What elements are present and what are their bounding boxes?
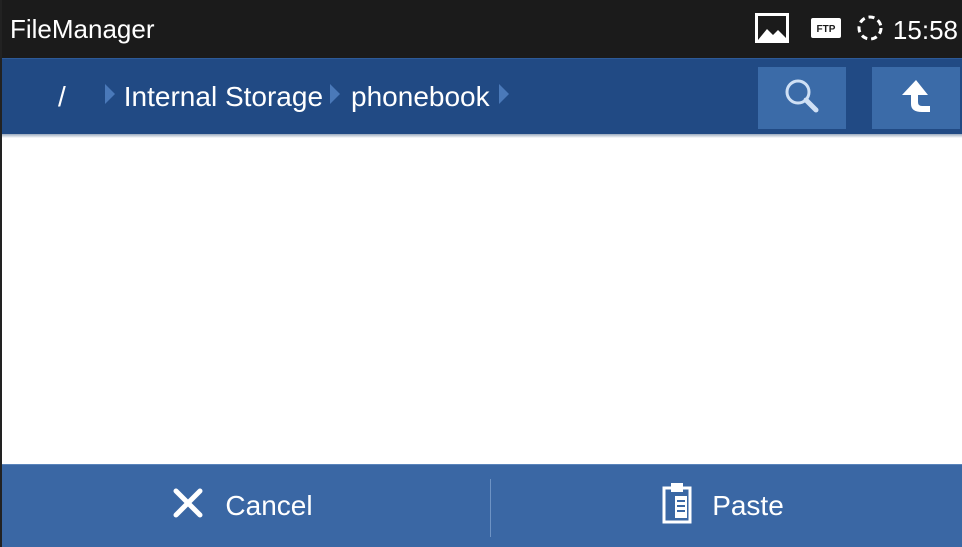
breadcrumb-root-label: / [58, 81, 66, 112]
chevron-right-icon [104, 81, 116, 113]
paste-label: Paste [712, 490, 784, 521]
ftp-icon: FTP [810, 17, 841, 43]
paste-button[interactable]: Paste [483, 465, 962, 547]
image-icon [753, 11, 791, 50]
chevron-right-icon [498, 81, 510, 113]
clipboard-icon [662, 482, 692, 531]
up-arrow-icon [894, 74, 938, 123]
status-icons: FTP 15:58 [753, 12, 958, 48]
file-manager-screen: FileManager FTP 15:58 / Internal Storage… [0, 0, 962, 547]
breadcrumb-internal-storage[interactable]: Internal Storage [124, 81, 323, 113]
ftp-icon-label: FTP [816, 24, 835, 35]
search-button[interactable] [758, 67, 846, 129]
app-title: FileManager [10, 14, 155, 44]
up-directory-button[interactable] [872, 67, 960, 129]
chevron-right-icon [329, 81, 341, 113]
breadcrumb-root[interactable]: / [58, 81, 66, 113]
clock: 15:58 [892, 15, 958, 45]
close-icon [171, 486, 205, 527]
breadcrumb-phonebook-label: phonebook [351, 81, 490, 112]
cancel-label: Cancel [225, 490, 313, 521]
search-icon [780, 74, 824, 123]
path-bar: / Internal Storage phonebook [2, 58, 962, 134]
cancel-button[interactable]: Cancel [2, 465, 482, 547]
breadcrumb: / Internal Storage phonebook [2, 59, 514, 135]
sync-icon [855, 13, 885, 48]
breadcrumb-internal-storage-label: Internal Storage [123, 81, 324, 112]
breadcrumb-phonebook[interactable]: phonebook [351, 81, 490, 113]
action-bar: Cancel Paste [2, 464, 962, 547]
file-list-area[interactable] [2, 138, 962, 464]
status-bar: FileManager FTP 15:58 [2, 0, 962, 58]
